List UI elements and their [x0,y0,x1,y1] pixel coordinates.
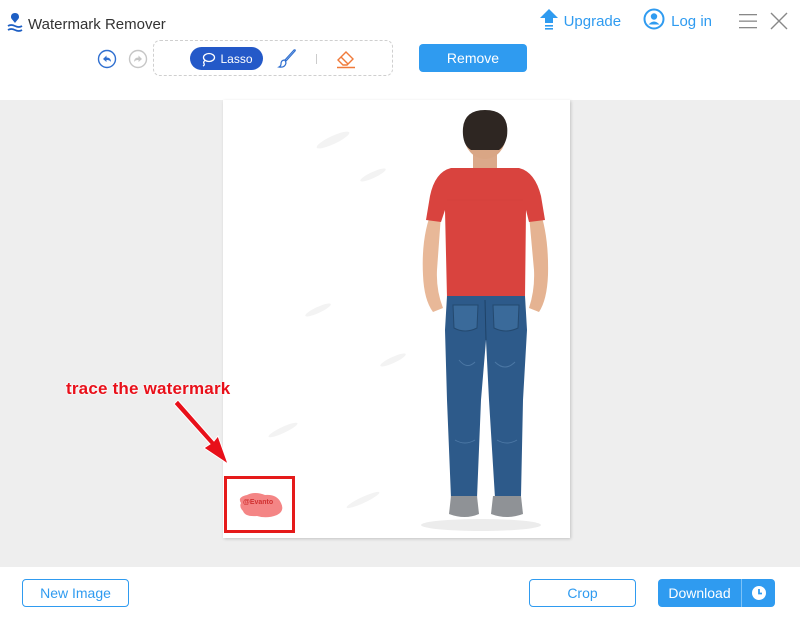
close-button[interactable] [768,10,790,32]
annotation-label: trace the watermark [66,379,231,398]
watermark-text: @Evanto [243,499,274,506]
brand: Watermark Remover [6,12,166,37]
upgrade-label: Upgrade [563,12,622,30]
tool-group: Lasso [153,40,393,76]
lasso-icon [203,52,216,67]
brush-tool-button[interactable] [276,48,298,70]
eraser-tool-button[interactable] [334,47,358,71]
top-right-controls: Upgrade Log in [539,8,790,34]
clock-icon [751,586,766,600]
brush-icon [277,49,296,68]
new-image-button[interactable]: New Image [22,579,129,607]
canvas-area [0,100,800,567]
eraser-icon [337,51,355,69]
download-history-button[interactable] [742,579,775,607]
user-circle-icon [643,8,665,34]
menu-button[interactable] [737,10,759,32]
lasso-label: Lasso [220,51,253,66]
hamburger-menu-icon [739,14,757,29]
annotation-arrow-icon [173,399,229,466]
undo-icon [97,49,117,69]
undo-button[interactable] [97,49,117,69]
person-photo [268,110,549,531]
tool-separator [316,54,317,64]
header: Watermark Remover Upgrade Log in Lasso R… [0,0,800,100]
upload-arrow-icon [539,8,559,34]
lasso-tool-button[interactable]: Lasso [190,47,263,70]
crop-button[interactable]: Crop [529,579,636,607]
watermark-drop-icon [6,12,24,37]
redo-button[interactable] [128,49,148,69]
download-split-button: Download [658,579,775,607]
login-label: Log in [671,12,712,30]
upgrade-button[interactable]: Upgrade [539,8,622,34]
photo-canvas[interactable] [223,100,570,538]
footer: New Image Crop Download [0,567,800,619]
watermark-selection-box: @Evanto [224,476,295,533]
login-button[interactable]: Log in [643,8,712,34]
redo-icon [128,49,148,69]
app-title: Watermark Remover [28,16,166,33]
close-icon [770,12,788,30]
download-button[interactable]: Download [658,579,742,607]
app-window: Watermark Remover Upgrade Log in Lasso R… [0,0,800,619]
remove-button[interactable]: Remove [419,44,527,72]
